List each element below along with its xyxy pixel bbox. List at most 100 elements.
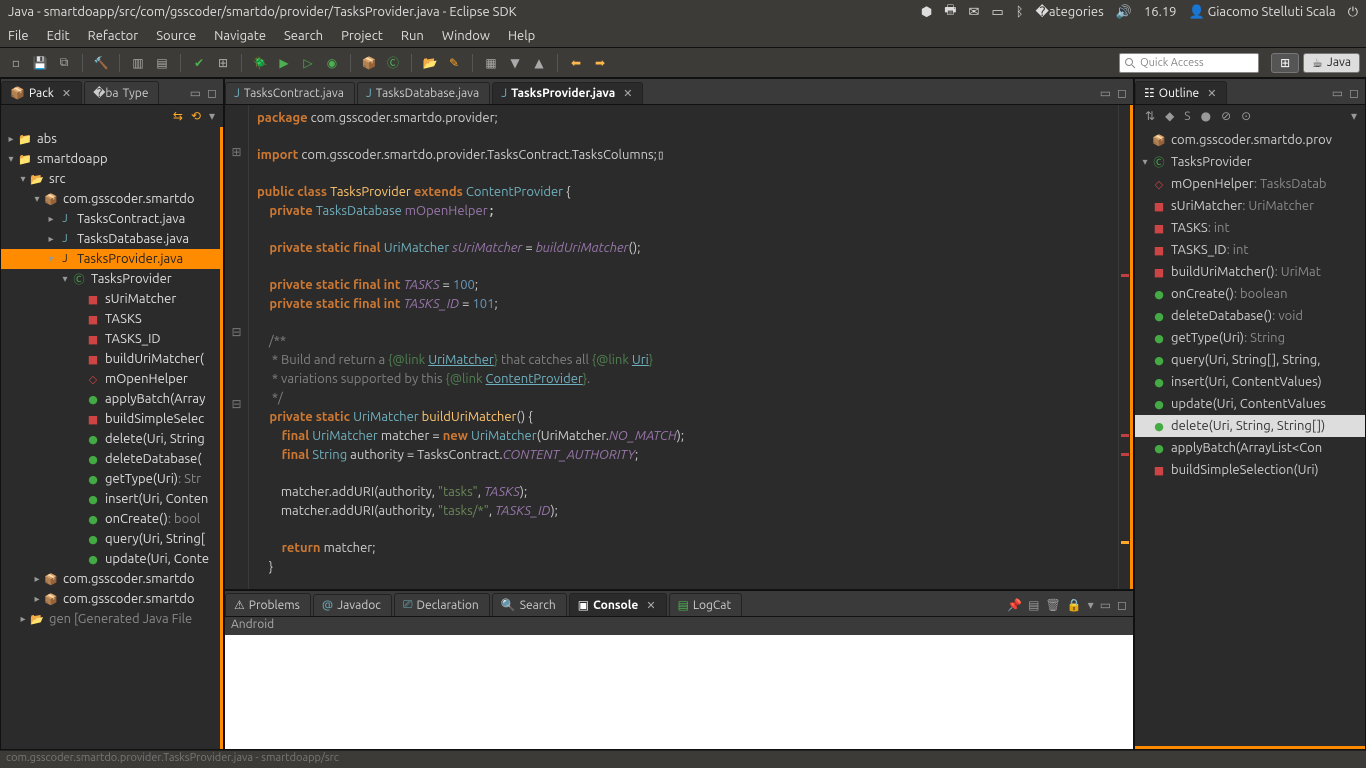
prev-annotation-icon[interactable]: ▲ [529, 53, 549, 73]
save-icon[interactable]: 💾 [30, 53, 50, 73]
hide-static-icon[interactable]: S [1184, 110, 1190, 123]
clock[interactable]: 16.19 [1144, 5, 1177, 19]
minimize-icon[interactable]: ▭ [1100, 86, 1111, 100]
open-console-icon[interactable]: ▾ [1088, 598, 1094, 612]
volume-icon[interactable]: 🔊 [1116, 5, 1132, 20]
coverage-icon[interactable]: ◉ [322, 53, 342, 73]
menu-help[interactable]: Help [508, 29, 535, 43]
scroll-lock-icon[interactable]: 🔒 [1067, 598, 1082, 612]
logcat-icon: ▤ [678, 598, 689, 612]
fold-icon[interactable]: ⊞ [225, 145, 248, 163]
avd-manager-icon[interactable]: ▤ [152, 53, 172, 73]
quick-access-input[interactable]: Quick Access [1119, 53, 1259, 73]
sort-icon[interactable]: ⇅ [1145, 109, 1155, 123]
tab-problems[interactable]: ⚠Problems [225, 593, 311, 616]
sdk-manager-icon[interactable]: ▥ [128, 53, 148, 73]
tab-outline[interactable]: ☷Outline✕ [1135, 81, 1227, 104]
hierarchy-icon: �ba [93, 86, 119, 100]
display-console-icon[interactable]: ▤ [1028, 598, 1039, 612]
tab-tasksprovider[interactable]: JTasksProvider.java✕ [492, 82, 643, 104]
tab-package-explorer[interactable]: 📦Pack✕ [1, 81, 82, 104]
menu-refactor[interactable]: Refactor [88, 29, 139, 43]
menu-source[interactable]: Source [156, 29, 196, 43]
next-annotation-icon[interactable]: ▼ [505, 53, 525, 73]
new-icon[interactable]: ▫ [6, 53, 26, 73]
power-icon[interactable]: ⏻ [1348, 5, 1358, 20]
code-editor[interactable]: package com.gsscoder.smartdo.provider; i… [249, 105, 1118, 589]
tab-declaration[interactable]: ⎚Declaration [394, 593, 490, 616]
maximize-icon[interactable]: ◻ [207, 86, 217, 100]
maximize-icon[interactable]: ◻ [1117, 598, 1127, 612]
menu-search[interactable]: Search [284, 29, 323, 43]
tab-logcat[interactable]: ▤LogCat [669, 593, 743, 616]
editor-gutter[interactable]: ⊞ ⊟ ⊟ [225, 105, 249, 589]
clear-console-icon[interactable]: 🗑 [1045, 598, 1060, 612]
package-tree[interactable]: ▸📁abs ▾📁smartdoapp ▾📂src ▾📦com.gsscoder.… [1, 127, 223, 749]
pin-console-icon[interactable]: 📌 [1007, 598, 1022, 612]
hide-fields-icon[interactable]: ◆ [1165, 109, 1174, 123]
debug-icon[interactable]: 🪲 [250, 53, 270, 73]
close-icon[interactable]: ✕ [62, 87, 71, 100]
lint-icon[interactable]: ✔ [189, 53, 209, 73]
maximize-icon[interactable]: ◻ [1117, 86, 1127, 100]
run-icon[interactable]: ▶ [274, 53, 294, 73]
dropbox-icon[interactable]: ⬢ [921, 5, 932, 20]
close-icon[interactable]: ✕ [623, 87, 632, 100]
console-header: Android [225, 617, 1133, 635]
battery-icon[interactable]: ▭ [991, 5, 1003, 20]
user-menu[interactable]: 👤 Giacomo Stelluti Scala [1188, 5, 1335, 20]
tab-javadoc[interactable]: @Javadoc [313, 594, 392, 616]
hammer-icon[interactable]: 🔨 [91, 53, 111, 73]
wifi-icon[interactable]: �ategories [1036, 5, 1104, 20]
new-package-icon[interactable]: 📦 [359, 53, 379, 73]
new-project-icon[interactable]: ⊞ [213, 53, 233, 73]
link-editor-icon[interactable]: ⟲ [191, 109, 201, 123]
search-icon[interactable]: ✎ [444, 53, 464, 73]
focus-icon[interactable]: ⊙ [1241, 109, 1251, 123]
forward-icon[interactable]: ➡ [590, 53, 610, 73]
overview-ruler[interactable] [1118, 105, 1130, 589]
menu-edit[interactable]: Edit [47, 29, 70, 43]
tree-item-tasksprovider[interactable]: ▾JTasksProvider.java [1, 249, 220, 269]
java-perspective-button[interactable]: ☕Java [1303, 53, 1360, 73]
mail-icon[interactable]: ✉ [968, 5, 979, 20]
open-type-icon[interactable]: 📂 [420, 53, 440, 73]
toggle-mark-icon[interactable]: ▦ [481, 53, 501, 73]
view-menu-icon[interactable]: ▾ [209, 109, 215, 123]
save-all-icon[interactable]: ⧉ [54, 53, 74, 73]
menu-window[interactable]: Window [442, 29, 490, 43]
menu-navigate[interactable]: Navigate [214, 29, 266, 43]
tab-taskscontract[interactable]: JTasksContract.java [225, 82, 355, 104]
hide-nonpublic-icon[interactable]: ● [1201, 109, 1211, 123]
maximize-icon[interactable]: ◻ [1349, 86, 1359, 100]
menu-project[interactable]: Project [341, 29, 383, 43]
close-icon[interactable]: ✕ [1207, 87, 1216, 100]
new-class-icon[interactable]: Ⓒ [383, 53, 403, 73]
printer-icon[interactable]: 🖶 [944, 1, 956, 23]
back-icon[interactable]: ⬅ [566, 53, 586, 73]
fold-icon[interactable]: ⊟ [225, 325, 248, 343]
menu-run[interactable]: Run [401, 29, 424, 43]
run-last-icon[interactable]: ▷ [298, 53, 318, 73]
system-tray: ⬢ 🖶 ✉ ▭ ᛒ �ategories 🔊 16.19 👤 Giacomo S… [921, 1, 1358, 23]
view-menu-icon[interactable]: ▾ [1351, 109, 1357, 123]
outline-item-delete[interactable]: ●delete(Uri, String, String[]) [1135, 415, 1365, 437]
minimize-icon[interactable]: ▭ [1332, 86, 1343, 100]
tab-type-hierarchy[interactable]: �baType [84, 81, 159, 104]
search-icon [1124, 57, 1136, 69]
tab-console[interactable]: ▣Console✕ [569, 593, 667, 616]
hide-local-icon[interactable]: ⊘ [1221, 109, 1231, 123]
minimize-icon[interactable]: ▭ [1100, 598, 1111, 612]
close-icon[interactable]: ✕ [646, 599, 655, 612]
open-perspective-button[interactable]: ⊞ [1271, 53, 1299, 73]
menu-file[interactable]: File [8, 29, 29, 43]
bluetooth-icon[interactable]: ᛒ [1016, 5, 1024, 19]
collapse-all-icon[interactable]: ⇆ [173, 109, 183, 123]
outline-tree[interactable]: 📦com.gsscoder.smartdo.prov ▾ⒸTasksProvid… [1135, 127, 1365, 749]
tab-search[interactable]: 🔍Search [492, 593, 567, 616]
fold-icon[interactable]: ⊟ [225, 397, 248, 415]
tab-tasksdatabase[interactable]: JTasksDatabase.java [357, 82, 490, 104]
console-output[interactable] [225, 635, 1133, 749]
window-title: Java - smartdoapp/src/com/gsscoder/smart… [8, 5, 921, 19]
minimize-icon[interactable]: ▭ [190, 86, 201, 100]
